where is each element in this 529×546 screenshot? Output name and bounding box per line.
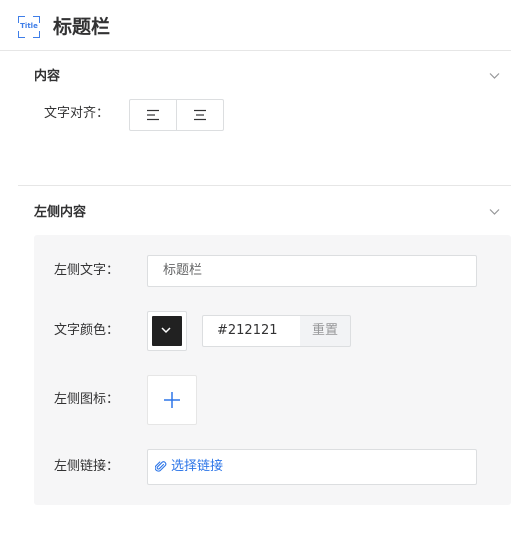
text-align-group	[129, 99, 224, 131]
text-align-label: 文字对齐：	[44, 106, 110, 121]
color-reset-button[interactable]: 重置	[300, 315, 351, 347]
select-link-label: 选择链接	[171, 459, 224, 474]
select-link-button[interactable]: 选择链接	[147, 449, 477, 485]
left-icon-label: 左侧图标：	[54, 392, 120, 407]
left-icon-upload[interactable]	[147, 375, 197, 425]
plus-icon	[164, 392, 180, 408]
section-title-left-content: 左侧内容	[34, 205, 87, 220]
chevron-down-icon[interactable]	[488, 69, 501, 82]
editor-header: Title 标题栏	[0, 0, 511, 51]
left-text-label: 左侧文字：	[54, 263, 120, 278]
title-icon: Title	[18, 16, 40, 38]
left-text-input[interactable]: 标题栏	[147, 255, 477, 287]
paperclip-icon	[155, 461, 167, 472]
section-header-content[interactable]: 内容	[0, 62, 511, 92]
section-header-left-content[interactable]: 左侧内容	[0, 198, 511, 228]
align-left-button[interactable]	[130, 100, 176, 130]
section-title-content: 内容	[34, 69, 61, 84]
title-icon-text: Title	[20, 22, 38, 30]
align-center-button[interactable]	[176, 100, 223, 130]
color-hex-value: #212121	[217, 323, 278, 338]
page-title: 标题栏	[53, 16, 111, 38]
color-picker-swatch[interactable]	[147, 311, 187, 351]
left-link-label: 左侧链接：	[54, 459, 120, 474]
left-text-value: 标题栏	[163, 263, 203, 278]
chevron-down-icon	[161, 327, 171, 334]
text-color-label: 文字颜色：	[54, 323, 120, 338]
color-hex-input[interactable]: #212121	[202, 315, 302, 347]
section-divider	[18, 185, 511, 186]
align-left-icon	[147, 109, 159, 121]
chevron-down-icon[interactable]	[488, 205, 501, 218]
reset-button-label: 重置	[311, 323, 338, 338]
align-center-icon	[194, 109, 206, 121]
